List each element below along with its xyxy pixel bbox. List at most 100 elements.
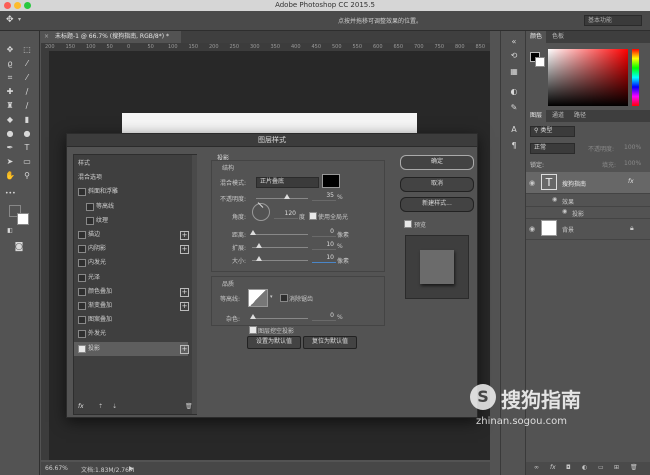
style-list-item[interactable]: 投影 + — [74, 341, 189, 356]
pen-tool-icon[interactable]: ✒ — [5, 143, 15, 153]
style-list-scrollbar[interactable] — [192, 155, 197, 414]
blur-tool-icon[interactable]: ● — [5, 129, 15, 139]
antialias-checkbox[interactable] — [280, 294, 288, 302]
blend-mode-select[interactable]: 正片叠底 — [256, 177, 319, 188]
rectangle-tool-icon[interactable]: ▭ — [22, 157, 32, 167]
new-group-icon[interactable]: ▭ — [598, 464, 604, 471]
tab-channels[interactable]: 通道 — [548, 110, 568, 122]
style-checkbox[interactable] — [86, 202, 94, 211]
paragraph-panel-icon[interactable]: ¶ — [509, 141, 519, 151]
distance-slider-knob[interactable] — [250, 230, 256, 235]
quick-mask-icon[interactable]: ◙ — [14, 242, 24, 252]
visibility-eye-icon[interactable]: ◉ — [529, 225, 535, 233]
contour-picker[interactable] — [248, 289, 268, 307]
adjustments-panel-icon[interactable]: ◐ — [509, 87, 519, 97]
history-brush-icon[interactable]: ∕ — [22, 101, 32, 111]
layer-row-text[interactable]: ◉ T 搜狗指南 fx — [526, 172, 650, 194]
style-list-item[interactable]: 图案叠加 — [74, 313, 188, 327]
size-input[interactable]: 10 — [312, 254, 336, 263]
style-list-item[interactable]: 纹理 — [74, 214, 188, 228]
layer-blend-mode[interactable]: 正常 — [530, 143, 575, 154]
hue-slider[interactable] — [632, 49, 639, 106]
layer-kind-filter[interactable]: ⚲ 类型 — [530, 126, 575, 137]
style-checkbox[interactable] — [78, 330, 86, 339]
style-checkbox[interactable] — [78, 188, 86, 197]
add-instance-icon[interactable]: + — [180, 287, 189, 297]
reset-default-button[interactable]: 复位为默认值 — [303, 336, 357, 349]
style-list-item[interactable]: 内发光 — [74, 256, 188, 270]
zoom-level[interactable]: 66.67% — [45, 465, 68, 472]
delete-effect-icon[interactable]: 🗑︎ — [185, 403, 193, 410]
style-checkbox[interactable] — [78, 287, 86, 296]
tab-paths[interactable]: 路径 — [570, 110, 590, 122]
distance-input[interactable]: 0 — [312, 228, 336, 237]
style-checkbox[interactable] — [78, 245, 86, 254]
cancel-button[interactable]: 取消 — [400, 177, 474, 192]
healing-brush-icon[interactable]: ✚ — [5, 87, 15, 97]
fx-badge[interactable]: fx — [628, 178, 634, 185]
status-arrow-icon[interactable]: ▶ — [129, 465, 134, 472]
style-checkbox[interactable] — [78, 231, 86, 239]
workspace-select[interactable]: 基本功能 — [584, 15, 642, 26]
style-checkbox[interactable] — [78, 316, 86, 325]
move-tool-icon[interactable]: ✥ — [6, 15, 14, 25]
opacity-slider-knob[interactable] — [284, 194, 290, 199]
color-field[interactable] — [548, 49, 628, 106]
noise-slider-knob[interactable] — [250, 314, 256, 319]
collapse-panels-icon[interactable]: « — [509, 37, 519, 47]
gradient-icon[interactable]: ▮ — [22, 115, 32, 125]
zoom-tool-icon[interactable]: ⚲ — [22, 171, 32, 181]
panel-background-swatch[interactable] — [535, 57, 545, 67]
new-style-button[interactable]: 新建样式... — [400, 197, 474, 212]
ok-button[interactable]: 确定 — [400, 155, 474, 170]
brush-panel-icon[interactable]: ✎ — [509, 103, 519, 113]
tool-preset-chevron-icon[interactable]: ▾ — [18, 16, 21, 23]
style-list-item[interactable]: 混合选项 — [74, 171, 188, 185]
contour-chevron-icon[interactable]: ▾ — [270, 294, 273, 300]
magic-wand-icon[interactable]: ⁄ — [22, 59, 32, 69]
angle-dial[interactable] — [252, 202, 270, 221]
drop-shadow-eye-icon[interactable]: ◉ — [562, 208, 567, 215]
layer-name[interactable]: 背景 — [562, 225, 574, 234]
layer-name[interactable]: 搜狗指南 — [562, 179, 586, 188]
opacity-slider-track[interactable] — [256, 198, 308, 199]
background-color-swatch[interactable] — [17, 213, 29, 225]
link-layers-icon[interactable]: ∞ — [534, 464, 539, 471]
add-instance-icon[interactable]: + — [180, 231, 189, 240]
style-list-item[interactable]: 外发光 — [74, 327, 188, 341]
move-tool-icon[interactable]: ✥ — [5, 45, 15, 55]
clone-stamp-icon[interactable]: ♜ — [5, 101, 15, 111]
tab-swatches[interactable]: 色板 — [548, 31, 568, 43]
style-checkbox[interactable] — [78, 259, 86, 268]
knockout-checkbox[interactable] — [249, 326, 257, 334]
type-tool-icon[interactable]: T — [22, 143, 32, 153]
visibility-eye-icon[interactable]: ◉ — [529, 179, 535, 187]
history-panel-icon[interactable]: ⟲ — [509, 51, 519, 61]
default-colors-icon[interactable]: ◧ — [5, 226, 15, 236]
global-light-checkbox[interactable] — [309, 212, 317, 220]
document-tab[interactable]: × 未标题-1 @ 66.7% (搜狗指南, RGB/8*) * — [41, 31, 181, 43]
brush-tool-icon[interactable]: ∕ — [22, 87, 32, 97]
fx-menu-button[interactable]: fx — [78, 403, 84, 410]
delete-layer-icon[interactable]: 🗑︎ — [630, 464, 638, 471]
tab-layers[interactable]: 图层 — [526, 110, 547, 122]
opacity-value[interactable]: 100% — [624, 144, 641, 151]
effects-eye-icon[interactable]: ◉ — [552, 196, 557, 203]
dodge-tool-icon[interactable]: ● — [22, 129, 32, 139]
style-list-item[interactable]: 内阴影 + — [74, 242, 189, 256]
style-list-item[interactable]: 斜面和浮雕 — [74, 185, 188, 199]
shadow-color-swatch[interactable] — [322, 174, 340, 188]
crop-tool-icon[interactable]: ⌗ — [5, 73, 15, 83]
noise-input[interactable]: 0 — [312, 312, 336, 321]
add-instance-icon[interactable]: + — [180, 245, 189, 255]
character-panel-icon[interactable]: A — [509, 125, 519, 135]
new-layer-icon[interactable]: ⊞ — [614, 464, 619, 471]
noise-slider-track[interactable] — [252, 318, 308, 319]
set-default-button[interactable]: 设置为默认值 — [247, 336, 301, 349]
eyedropper-icon[interactable]: ⁄ — [22, 73, 32, 83]
properties-panel-icon[interactable]: ▦ — [509, 67, 519, 77]
style-list-item[interactable]: 样式 — [74, 157, 188, 171]
style-checkbox[interactable] — [78, 273, 86, 282]
add-style-icon[interactable]: fx — [550, 464, 556, 471]
style-list-item[interactable]: 颜色叠加 + — [74, 285, 189, 299]
